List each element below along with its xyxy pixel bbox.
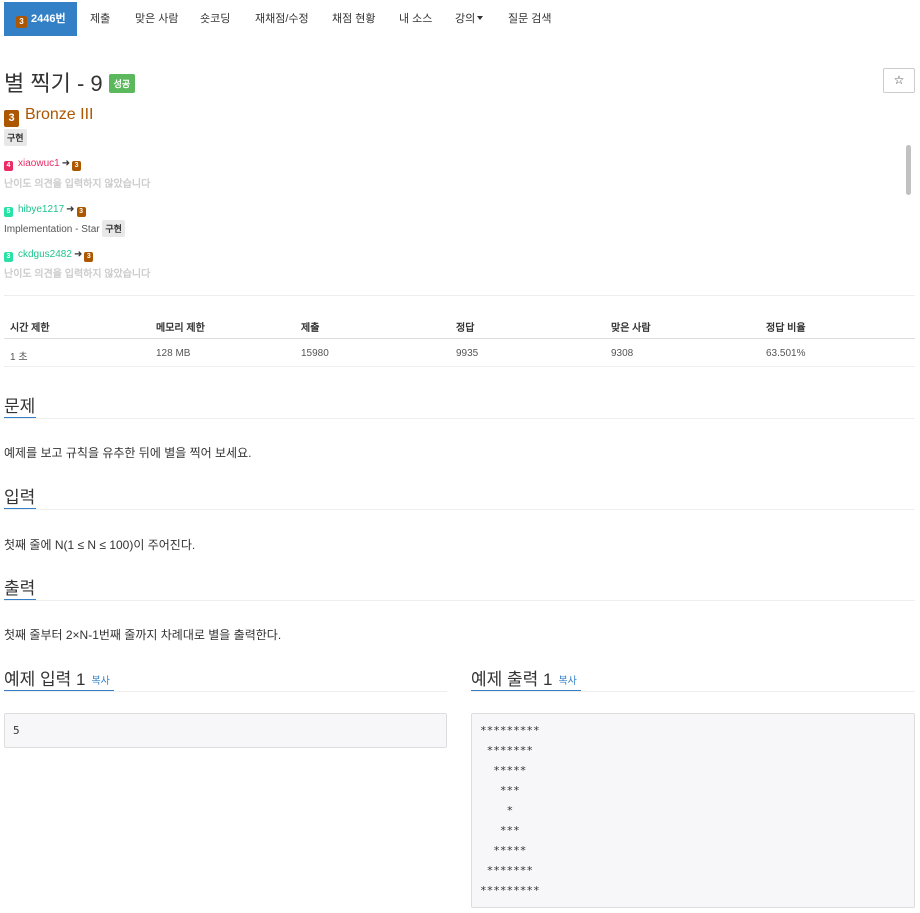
sample-input-title: 예제 입력 1	[4, 670, 86, 689]
stats-header: 정답	[456, 323, 475, 334]
stats-header: 시간 제한	[10, 323, 50, 334]
difficulty-opinions: 4 xiaowuc1 ➜ 3 난이도 의견을 입력하지 않았습니다 5 hibye121…	[4, 152, 902, 282]
bronze-tier-icon: 3	[76, 207, 86, 217]
divider	[4, 691, 447, 692]
sample-input-heading: 예제 입력 1 복사	[4, 665, 110, 690]
stats-header: 메모리 제한	[156, 323, 205, 334]
section-heading-problem: 문제	[4, 397, 36, 416]
algorithm-tag[interactable]: 구현	[4, 129, 27, 146]
user-level-icon: 5	[4, 207, 13, 217]
stats-header: 제출	[301, 323, 320, 334]
user-level-icon: 3	[4, 252, 13, 262]
nav-problem-tab[interactable]: 3 2446번	[4, 2, 77, 36]
sample-output-line: *********	[480, 724, 540, 737]
problem-number: 2446번	[31, 13, 66, 25]
opinion-note-text: Implementation - Star	[4, 224, 100, 235]
divider	[4, 418, 915, 419]
caret-down-icon	[477, 16, 484, 20]
arrow-right-icon: ➜	[66, 204, 75, 215]
favorite-star-button[interactable]: ☆	[883, 68, 915, 93]
opinion-note: 난이도 의견을 입력하지 않았습니다	[4, 269, 151, 280]
table-divider	[4, 366, 915, 367]
sample-output-line: ***	[480, 784, 520, 797]
nav-my-source[interactable]: 내 소스	[399, 2, 432, 36]
problem-title: 별 찍기 - 9	[4, 71, 103, 96]
opinion-username[interactable]: ckdgus2482	[18, 249, 72, 260]
nav-rejudge[interactable]: 재채점/수정	[255, 2, 309, 36]
stats-header: 정답 비율	[766, 323, 806, 334]
sample-output-line: *********	[480, 884, 540, 897]
problem-tier: 3 Bronze III	[4, 106, 93, 127]
bronze-tier-icon: 3	[72, 161, 82, 171]
stats-cell[interactable]: 9308	[611, 348, 633, 359]
nav-short-coding[interactable]: 숏코딩	[200, 2, 230, 36]
stats-cell: 63.501%	[766, 348, 806, 359]
input-description: 첫째 줄에 N(1 ≤ N ≤ 100)이 주어진다.	[4, 538, 196, 552]
sample-output-line: *******	[480, 864, 533, 877]
sample-output-line: *****	[480, 844, 527, 857]
nav-lecture-dropdown[interactable]: 강의	[455, 2, 484, 36]
opinion-note: Implementation - Star 구현	[4, 220, 125, 237]
sample-input-line: 5	[13, 724, 20, 737]
opinion-tag: 구현	[102, 220, 125, 237]
opinion-username[interactable]: hibye1217	[18, 204, 64, 215]
table-divider	[4, 338, 915, 339]
opinion-username[interactable]: xiaowuc1	[18, 158, 60, 169]
sample-output-box[interactable]: ********* ******* ***** *** * *** ***** …	[471, 713, 915, 908]
section-heading-input: 입력	[4, 488, 36, 507]
opinion-note: 난이도 의견을 입력하지 않았습니다	[4, 179, 151, 190]
arrow-right-icon: ➜	[73, 249, 83, 260]
user-level-icon: 4	[4, 161, 13, 171]
opinion-item: 3 ckdgus2482 ➜ 3	[4, 249, 98, 262]
status-badge: 성공	[108, 74, 136, 93]
sample-output-title: 예제 출력 1	[471, 670, 553, 689]
stats-cell: 128 MB	[156, 348, 191, 359]
stats-cell: 1 초	[10, 352, 28, 363]
sample-output-line: *******	[480, 744, 533, 757]
bronze-tier-icon: 3	[16, 16, 27, 28]
divider	[4, 509, 915, 510]
opinions-scrollbar[interactable]	[906, 145, 911, 195]
nav-question-search[interactable]: 질문 검색	[508, 2, 552, 36]
bronze-tier-icon: 3	[84, 252, 94, 262]
bronze-tier-icon: 3	[4, 110, 19, 127]
tier-name[interactable]: Bronze III	[25, 106, 93, 123]
sample-output-line: *	[480, 804, 514, 817]
problem-description: 예제를 보고 규칙을 유추한 뒤에 별을 찍어 보세요.	[4, 446, 252, 460]
stats-header: 맞은 사람	[611, 323, 651, 334]
copy-sample-input-button[interactable]: 복사	[91, 676, 109, 687]
copy-sample-output-button[interactable]: 복사	[558, 676, 576, 687]
section-heading-output: 출력	[4, 579, 36, 598]
divider	[471, 691, 915, 692]
output-description: 첫째 줄부터 2×N-1번째 줄까지 차례대로 별을 출력한다.	[4, 628, 282, 642]
nav-status[interactable]: 채점 현황	[332, 2, 376, 36]
sample-input-box[interactable]: 5	[4, 713, 447, 748]
sample-output-heading: 예제 출력 1 복사	[471, 665, 577, 690]
sample-output-line: ***	[480, 824, 520, 837]
stats-cell[interactable]: 15980	[301, 348, 329, 359]
arrow-right-icon: ➜	[61, 158, 71, 169]
opinion-item: 5 hibye1217 ➜ 3	[4, 204, 91, 217]
stats-cell[interactable]: 9935	[456, 348, 478, 359]
sample-output-line: *****	[480, 764, 527, 777]
nav-accepted-users[interactable]: 맞은 사람	[135, 2, 179, 36]
opinion-item: 4 xiaowuc1 ➜ 3	[4, 158, 86, 171]
divider	[4, 600, 915, 601]
page-title: 별 찍기 - 9 성공	[4, 66, 136, 98]
divider	[4, 295, 915, 296]
problem-nav: 3 2446번 제출 맞은 사람 숏코딩 재채점/수정 채점 현황 내 소스 강의…	[0, 0, 920, 36]
nav-submit[interactable]: 제출	[90, 2, 110, 36]
nav-lecture-label: 강의	[455, 13, 476, 25]
